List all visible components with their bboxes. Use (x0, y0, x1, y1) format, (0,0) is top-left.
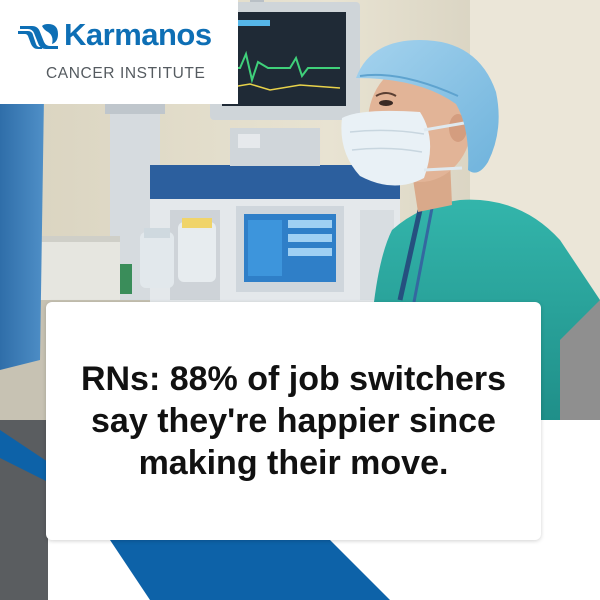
social-post: Karmanos CANCER INSTITUTE RNs: 88% of jo… (0, 0, 600, 600)
brand-name: Karmanos (64, 17, 212, 52)
headline-card: RNs: 88% of job switchers say they're ha… (46, 302, 541, 540)
karmanos-logo-icon (18, 24, 58, 49)
brand-subtitle: CANCER INSTITUTE (46, 65, 206, 82)
logo[interactable]: Karmanos CANCER INSTITUTE (0, 0, 238, 104)
headline-text: RNs: 88% of job switchers say they're ha… (80, 360, 507, 482)
